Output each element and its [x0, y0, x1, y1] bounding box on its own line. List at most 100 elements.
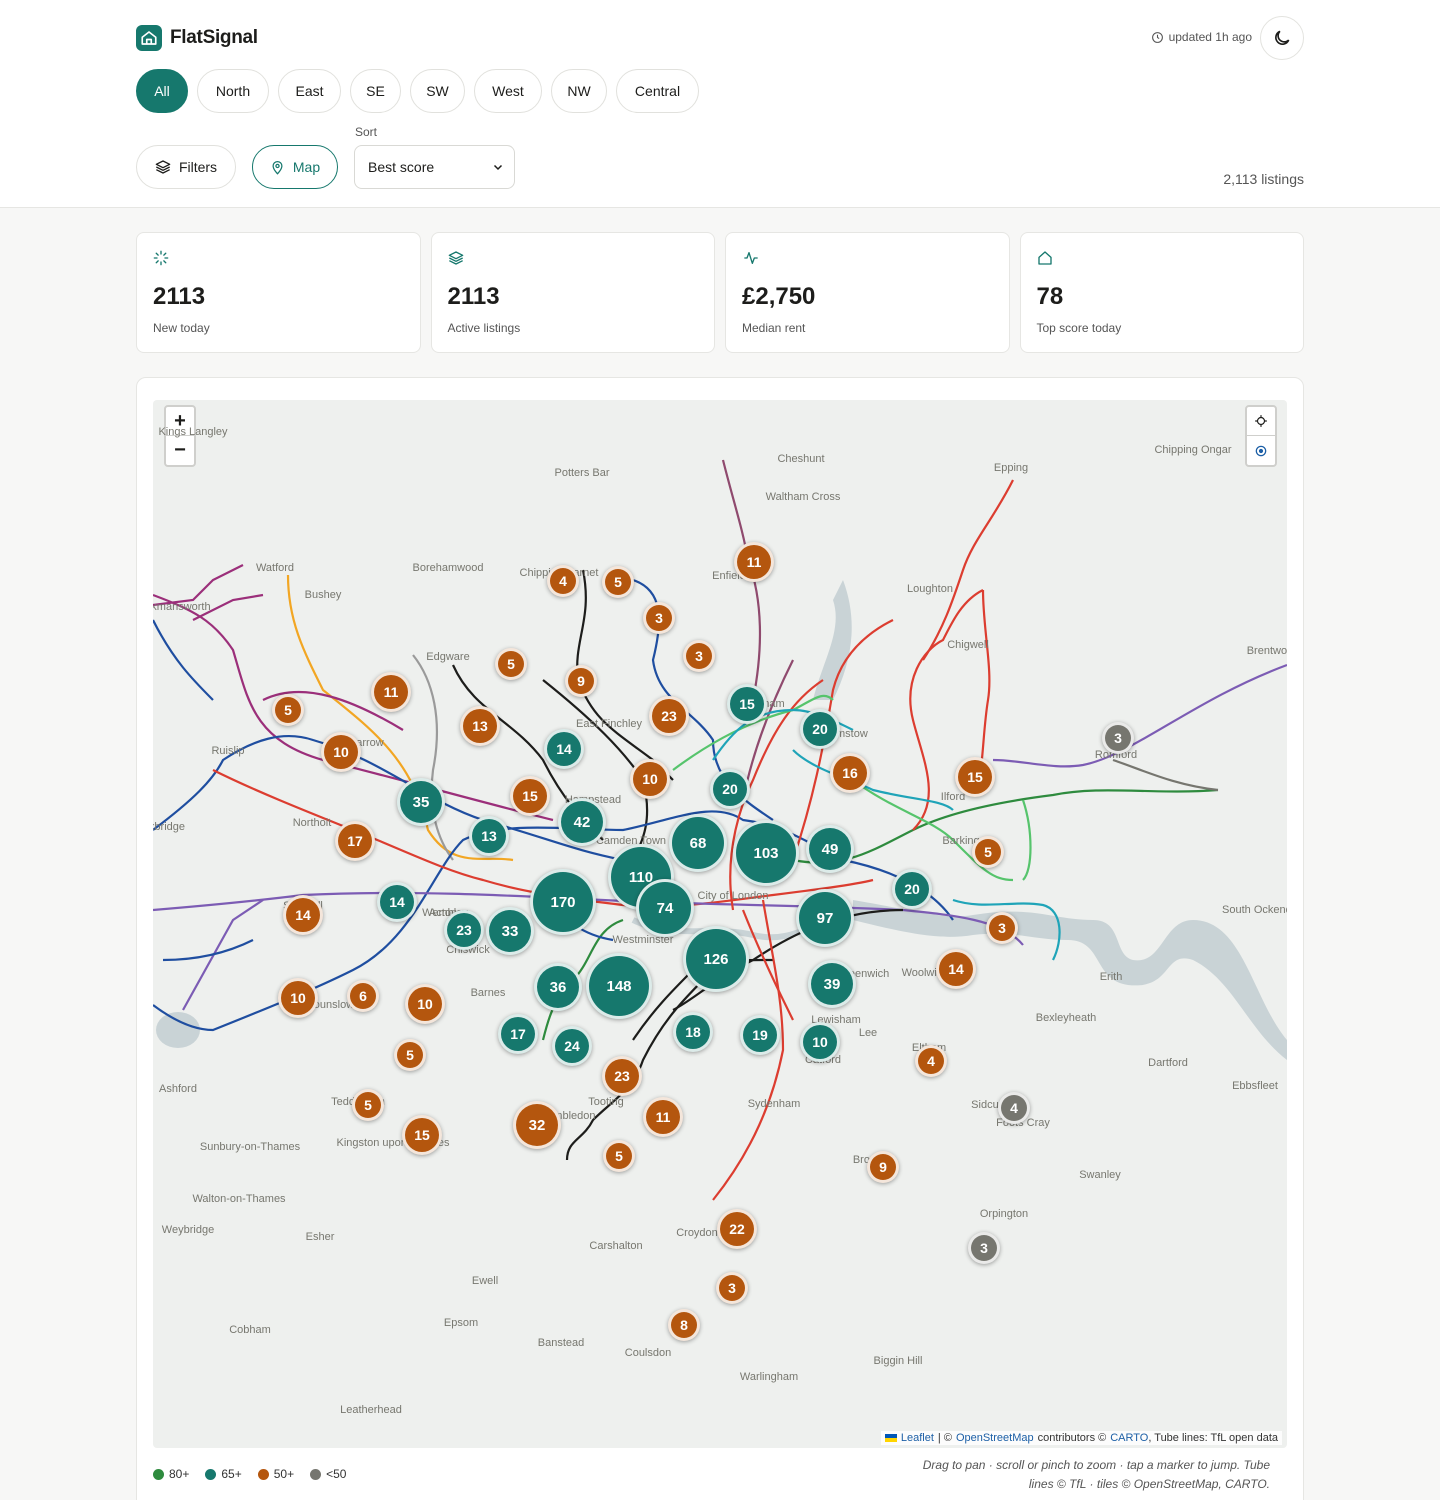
cluster-marker[interactable]: 23 [444, 910, 484, 950]
place-label: East Finchley [575, 718, 643, 730]
cluster-marker[interactable]: 103 [733, 820, 799, 886]
cluster-marker[interactable]: 10 [278, 978, 318, 1018]
sort-select[interactable]: Best score [354, 145, 515, 189]
place-label: Banstead [537, 1337, 585, 1349]
place-label: Sunbury-on-Thames [199, 1141, 301, 1153]
map-view-button[interactable]: Map [252, 145, 338, 189]
zoom-out-button[interactable]: − [166, 436, 194, 465]
leaflet-link[interactable]: Leaflet [901, 1432, 934, 1444]
cluster-marker[interactable]: 23 [649, 696, 689, 736]
cluster-marker[interactable]: 14 [283, 895, 323, 935]
cluster-marker[interactable]: 97 [796, 889, 854, 947]
locate-me-button[interactable] [1247, 436, 1275, 465]
theme-toggle-button[interactable] [1260, 16, 1304, 60]
cluster-marker[interactable]: 14 [936, 949, 976, 989]
cluster-marker[interactable]: 14 [377, 882, 417, 922]
cluster-marker[interactable]: 10 [321, 732, 361, 772]
cluster-marker[interactable]: 32 [513, 1101, 561, 1149]
cluster-marker[interactable]: 16 [830, 753, 870, 793]
cluster-marker[interactable]: 20 [800, 709, 840, 749]
place-label: Biggin Hill [873, 1355, 923, 1367]
cluster-marker[interactable]: 3 [683, 640, 715, 672]
cluster-marker[interactable]: 15 [727, 684, 767, 724]
cluster-marker[interactable]: 8 [668, 1309, 700, 1341]
cluster-marker[interactable]: 10 [630, 759, 670, 799]
app-logo[interactable]: FlatSignal [136, 25, 258, 51]
stat-card-active-listings: 2113 Active listings [430, 232, 715, 353]
carto-link[interactable]: CARTO [1110, 1432, 1148, 1444]
place-label: Walton-on-Thames [192, 1193, 286, 1205]
pulse-icon [742, 250, 993, 268]
cluster-marker[interactable]: 11 [371, 672, 411, 712]
cluster-marker[interactable]: 20 [892, 869, 932, 909]
cluster-marker[interactable]: 23 [602, 1056, 642, 1096]
cluster-marker[interactable]: 4 [998, 1092, 1030, 1124]
cluster-marker[interactable]: 9 [867, 1151, 899, 1183]
region-pill-sw[interactable]: SW [410, 69, 465, 113]
legend-item: 65+ [205, 1467, 242, 1481]
cluster-marker[interactable]: 5 [972, 836, 1004, 868]
cluster-marker[interactable]: 170 [530, 869, 596, 935]
cluster-marker[interactable]: 4 [547, 565, 579, 597]
region-pill-all[interactable]: All [136, 69, 188, 113]
cluster-marker[interactable]: 20 [710, 769, 750, 809]
cluster-marker[interactable]: 3 [1102, 722, 1134, 754]
cluster-marker[interactable]: 3 [716, 1272, 748, 1304]
region-pill-central[interactable]: Central [616, 69, 699, 113]
cluster-marker[interactable]: 18 [673, 1012, 713, 1052]
cluster-marker[interactable]: 3 [968, 1232, 1000, 1264]
crosshair-button[interactable] [1247, 407, 1275, 436]
cluster-marker[interactable]: 3 [643, 602, 675, 634]
place-label: Kings Langley [158, 426, 228, 438]
place-label: Uxbridge [153, 821, 186, 833]
cluster-marker[interactable]: 6 [347, 980, 379, 1012]
cluster-marker[interactable]: 17 [335, 821, 375, 861]
cluster-marker[interactable]: 14 [544, 729, 584, 769]
cluster-marker[interactable]: 13 [460, 706, 500, 746]
cluster-marker[interactable]: 22 [717, 1209, 757, 1249]
cluster-marker[interactable]: 5 [394, 1039, 426, 1071]
cluster-marker[interactable]: 126 [683, 926, 749, 992]
place-label: Ilford [940, 791, 966, 803]
cluster-marker[interactable]: 5 [272, 694, 304, 726]
cluster-marker[interactable]: 17 [498, 1014, 538, 1054]
region-pill-north[interactable]: North [197, 69, 269, 113]
region-pill-west[interactable]: West [474, 69, 542, 113]
region-pill-se[interactable]: SE [350, 69, 401, 113]
cluster-marker[interactable]: 9 [565, 665, 597, 697]
cluster-marker[interactable]: 148 [586, 953, 652, 1019]
osm-link[interactable]: OpenStreetMap [956, 1432, 1034, 1444]
stat-card-top-score: 78 Top score today [1019, 232, 1304, 353]
cluster-marker[interactable]: 15 [402, 1115, 442, 1155]
cluster-marker[interactable]: 74 [636, 879, 694, 937]
cluster-marker[interactable]: 19 [740, 1015, 780, 1055]
cluster-marker[interactable]: 10 [800, 1022, 840, 1062]
cluster-marker[interactable]: 39 [808, 960, 856, 1008]
cluster-marker[interactable]: 33 [486, 907, 534, 955]
cluster-marker[interactable]: 24 [552, 1026, 592, 1066]
cluster-marker[interactable]: 36 [534, 963, 582, 1011]
cluster-marker[interactable]: 15 [510, 776, 550, 816]
cluster-marker[interactable]: 13 [469, 816, 509, 856]
cluster-marker[interactable]: 3 [986, 912, 1018, 944]
place-label: Dartford [1148, 1057, 1188, 1069]
legend-label: 50+ [273, 1467, 295, 1481]
cluster-marker[interactable]: 5 [495, 648, 527, 680]
cluster-marker[interactable]: 5 [352, 1089, 384, 1121]
map-pin-icon [272, 160, 283, 175]
cluster-marker[interactable]: 5 [602, 566, 634, 598]
cluster-marker[interactable]: 49 [806, 825, 854, 873]
cluster-marker[interactable]: 4 [915, 1045, 947, 1077]
region-pill-nw[interactable]: NW [551, 69, 607, 113]
cluster-marker[interactable]: 35 [397, 778, 445, 826]
cluster-marker[interactable]: 10 [405, 984, 445, 1024]
cluster-marker[interactable]: 11 [643, 1097, 683, 1137]
cluster-marker[interactable]: 5 [603, 1140, 635, 1172]
cluster-marker[interactable]: 68 [669, 814, 727, 872]
cluster-marker[interactable]: 15 [955, 757, 995, 797]
cluster-marker[interactable]: 11 [734, 542, 774, 582]
map-canvas[interactable]: + − Kings Langley Potters Bar Cheshunt Eppi… [153, 400, 1287, 1448]
region-pill-east[interactable]: East [278, 69, 341, 113]
filters-button[interactable]: Filters [136, 145, 236, 189]
cluster-marker[interactable]: 42 [558, 798, 606, 846]
